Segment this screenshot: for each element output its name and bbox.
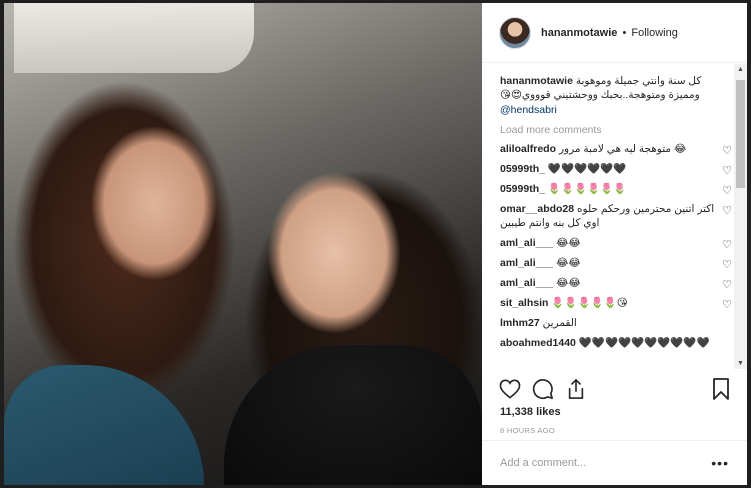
car-window <box>14 3 254 73</box>
comment-row: lmhm27 القمرين <box>500 316 724 330</box>
comments-scrollbar[interactable]: ▲ ▼ <box>734 64 747 369</box>
comment-username[interactable]: aml_ali___ <box>500 237 553 249</box>
likes-count[interactable]: 11,338 likes <box>500 406 561 418</box>
caption-username[interactable]: hananmotawie <box>500 75 573 87</box>
avatar[interactable] <box>499 16 531 49</box>
heart-icon[interactable]: ♡ <box>722 204 732 218</box>
comment-username[interactable]: omar__abdo28 <box>500 203 574 215</box>
comment-row: 05999th_ 🖤🖤🖤🖤🖤🖤 ♡ <box>500 162 732 177</box>
more-options-icon[interactable]: ••• <box>711 455 729 471</box>
heart-icon[interactable]: ♡ <box>722 144 732 158</box>
comment-username[interactable]: sit_alhsin <box>500 297 548 309</box>
black-sweater <box>224 345 482 485</box>
comment-text: متوهجة ليه هي لامبة مرور 😂 <box>558 143 687 155</box>
comment-row: aml_ali___ 😂😂 ♡ <box>500 236 732 251</box>
comment-username[interactable]: aml_ali___ <box>500 257 553 269</box>
post-header: hananmotawie • Following <box>482 3 747 63</box>
follow-status[interactable]: Following <box>631 27 677 39</box>
scroll-up-icon[interactable]: ▲ <box>737 66 744 73</box>
comment-username[interactable]: 05999th_ <box>500 163 545 175</box>
share-icon[interactable] <box>565 378 587 400</box>
scroll-down-icon[interactable]: ▼ <box>737 360 744 367</box>
comment-text: 😂😂 <box>556 237 581 249</box>
heart-icon[interactable]: ♡ <box>722 238 732 252</box>
comment-row: aliloalfredo متوهجة ليه هي لامبة مرور 😂 … <box>500 142 732 157</box>
scrollbar-thumb[interactable] <box>736 80 745 188</box>
comments-list[interactable]: hananmotawie كل سنة وانتي جميلة وموهوبة … <box>482 64 734 369</box>
load-more-comments[interactable]: Load more comments <box>500 124 734 136</box>
post-photo[interactable] <box>4 3 482 485</box>
heart-icon[interactable]: ♡ <box>722 278 732 292</box>
heart-icon[interactable]: ♡ <box>722 184 732 198</box>
heart-icon[interactable]: ♡ <box>722 164 732 178</box>
post-time: 8 HOURS AGO <box>500 426 555 435</box>
add-comment-bar: Add a comment... ••• <box>482 440 747 485</box>
comment-username[interactable]: lmhm27 <box>500 317 540 329</box>
heart-icon[interactable] <box>499 378 521 400</box>
comment-text: 🖤🖤🖤🖤🖤🖤🖤🖤🖤🖤 <box>578 337 710 349</box>
comment-username[interactable]: aboahmed1440 <box>500 337 576 349</box>
header-text: hananmotawie • Following <box>541 27 678 39</box>
comment-text: 😂😂 <box>556 277 581 289</box>
caption-mention[interactable]: @hendsabri <box>500 103 720 117</box>
add-comment-input[interactable]: Add a comment... <box>500 457 711 469</box>
teal-jacket <box>4 365 204 485</box>
comment-text: 🌷🌷🌷🌷🌷🌷 <box>547 183 627 195</box>
heart-icon[interactable]: ♡ <box>722 298 732 312</box>
header-username[interactable]: hananmotawie <box>541 27 617 39</box>
comment-row: sit_alhsin 🌷🌷🌷🌷🌷😘 ♡ <box>500 296 732 311</box>
comment-row: aml_ali___ 😂😂 ♡ <box>500 256 732 271</box>
comment-text: 🌷🌷🌷🌷🌷😘 <box>551 297 628 309</box>
comment-row: 05999th_ 🌷🌷🌷🌷🌷🌷 ♡ <box>500 182 732 197</box>
bookmark-icon[interactable] <box>710 378 732 400</box>
comment-row: aml_ali___ 😂😂 ♡ <box>500 276 732 291</box>
comment-icon[interactable] <box>532 378 554 400</box>
comment-text: القمرين <box>542 317 577 329</box>
comment-username[interactable]: aliloalfredo <box>500 143 556 155</box>
comment-username[interactable]: aml_ali___ <box>500 277 553 289</box>
separator-dot: • <box>622 26 627 39</box>
comment-text: 🖤🖤🖤🖤🖤🖤 <box>547 163 627 175</box>
heart-icon[interactable]: ♡ <box>722 258 732 272</box>
comment-row: aboahmed1440 🖤🖤🖤🖤🖤🖤🖤🖤🖤🖤 <box>500 336 724 350</box>
comment-text: 😂😂 <box>556 257 581 269</box>
caption: hananmotawie كل سنة وانتي جميلة وموهوبة … <box>500 74 720 117</box>
action-bar <box>499 374 732 404</box>
post-panel: hananmotawie • Following hananmotawie كل… <box>482 3 747 485</box>
comment-row: omar__abdo28 اكتر اتنين محترمين ورحكم حل… <box>500 202 732 230</box>
comment-username[interactable]: 05999th_ <box>500 183 545 195</box>
